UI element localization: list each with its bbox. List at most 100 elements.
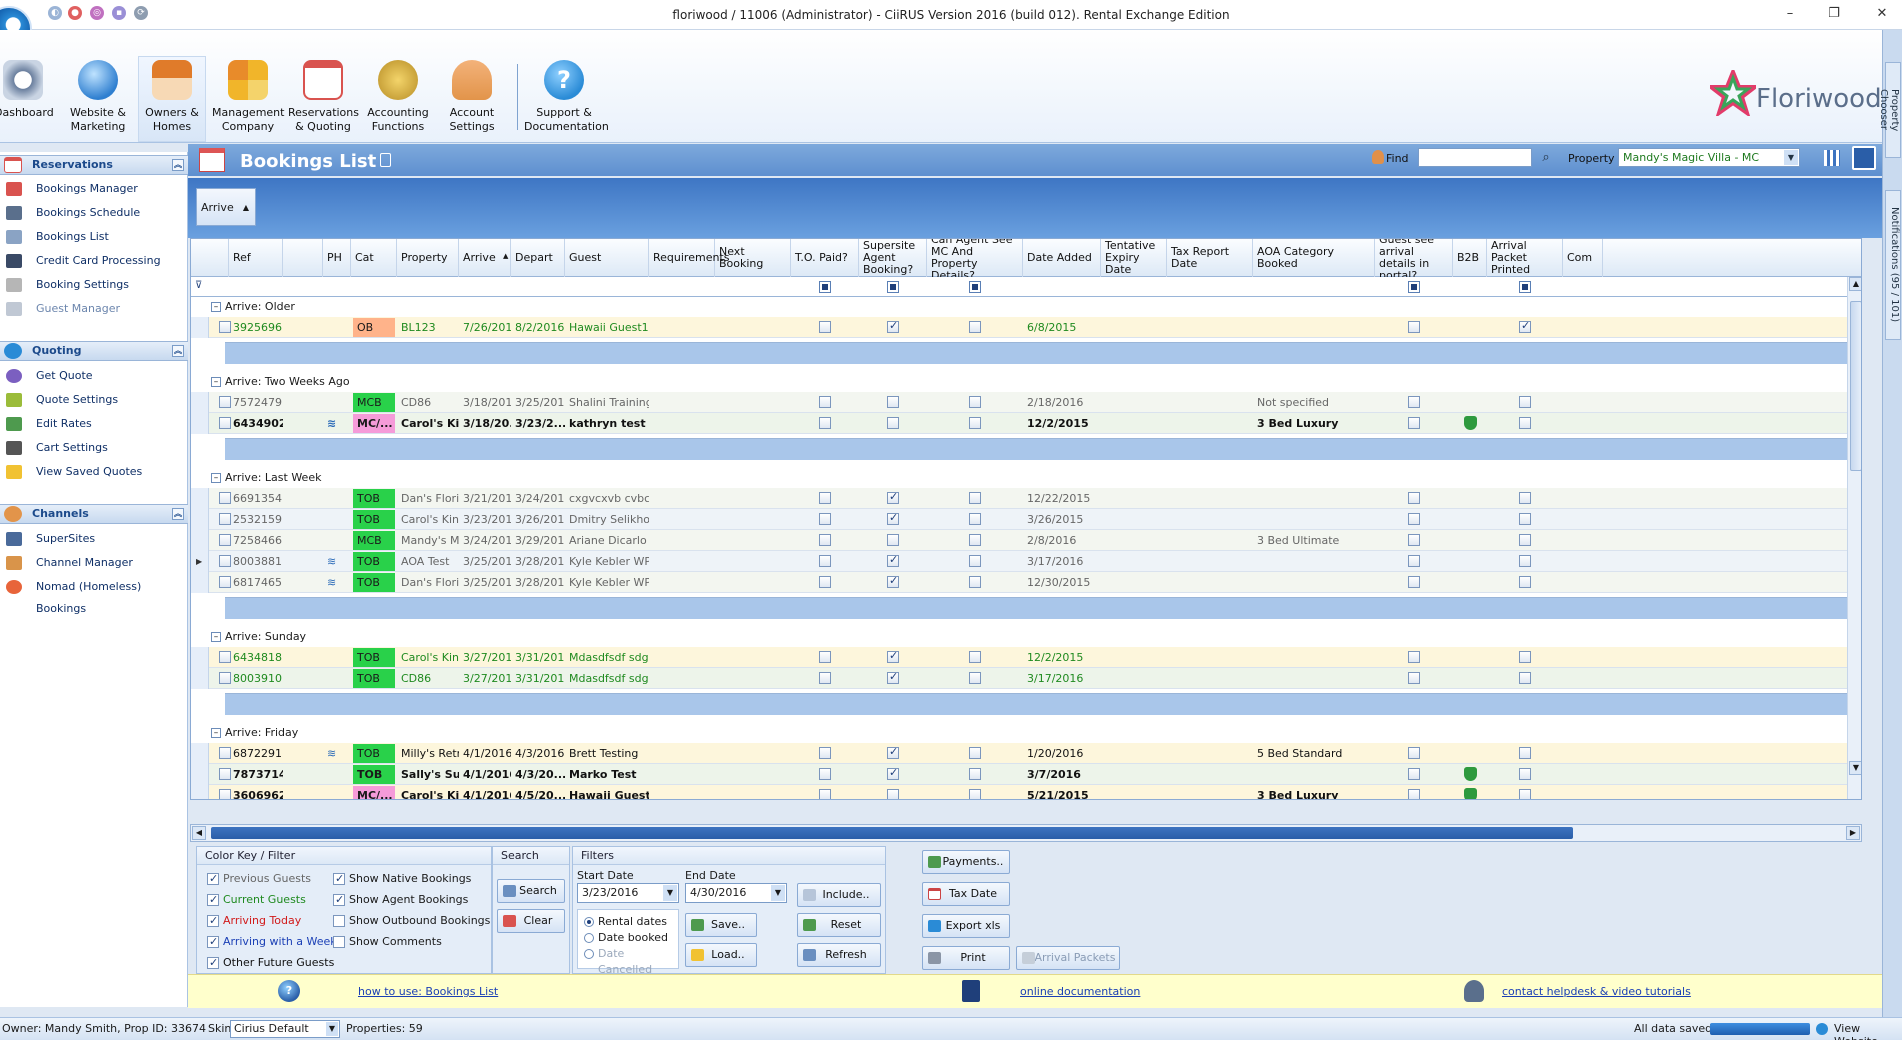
row-checkbox[interactable]	[969, 534, 981, 546]
row-checkbox[interactable]	[819, 321, 831, 333]
quick-access-icon[interactable]: ●	[68, 6, 82, 20]
quick-access-icon[interactable]: ◎	[90, 6, 104, 20]
filter-icon[interactable]: ⊽	[195, 280, 202, 291]
color-key-filter[interactable]: Other Future Guests	[207, 955, 334, 971]
print-button[interactable]: Print	[922, 946, 1010, 970]
ribbon-accounting-functions-button[interactable]: Accounting Functions	[364, 60, 432, 134]
close-button[interactable]: ✕	[1872, 6, 1892, 21]
column-header[interactable]: Cat	[351, 239, 397, 277]
row-checkbox[interactable]	[1519, 789, 1531, 799]
nav-item-bookings-schedule[interactable]: Bookings Schedule	[0, 202, 188, 224]
chevron-down-icon[interactable]: ▼	[663, 885, 677, 901]
color-key-filter[interactable]: Previous Guests	[207, 871, 311, 887]
minimize-button[interactable]: –	[1780, 6, 1800, 21]
table-row[interactable]: 3606962 MC/... Carol's King... 4/1/2016 4/5/…	[191, 785, 1861, 799]
quick-access-icon[interactable]: ◐	[48, 6, 62, 20]
clear-button[interactable]: Clear	[497, 909, 565, 933]
checkbox[interactable]	[333, 936, 345, 948]
scroll-down-icon[interactable]: ▼	[1849, 761, 1861, 775]
nav-item-cart-settings[interactable]: Cart Settings	[0, 437, 188, 459]
save-filter-button[interactable]: Save..	[685, 913, 757, 937]
table-row[interactable]: 7572479 MCB CD86 3/18/2016 3/25/2016 Shalini …	[191, 392, 1861, 413]
row-checkbox[interactable]	[1519, 513, 1531, 525]
row-checkbox[interactable]	[1519, 492, 1531, 504]
nav-item-bookings-manager[interactable]: Bookings Manager	[0, 178, 188, 200]
row-checkbox[interactable]	[819, 555, 831, 567]
ribbon-management-company-button[interactable]: Management Company	[212, 60, 284, 134]
refresh-button[interactable]: Refresh	[797, 943, 881, 967]
nav-item-channel-manager[interactable]: Channel Manager	[0, 552, 188, 574]
table-row[interactable]: 7258466 MCB Mandy's Magi... 3/24/2016 3/29/2…	[191, 530, 1861, 551]
row-checkbox[interactable]	[969, 513, 981, 525]
column-header[interactable]: Depart	[511, 239, 565, 277]
row-checkbox[interactable]	[819, 747, 831, 759]
row-checkbox[interactable]	[1519, 319, 1531, 333]
row-checkbox[interactable]	[819, 768, 831, 780]
column-header[interactable]: Property	[397, 239, 459, 277]
column-header[interactable]: PH	[323, 239, 351, 277]
checkbox[interactable]	[333, 892, 345, 908]
row-checkbox[interactable]	[819, 417, 831, 429]
row-checkbox[interactable]	[819, 534, 831, 546]
row-checkbox[interactable]	[887, 789, 899, 799]
row-checkbox[interactable]	[1408, 789, 1420, 799]
nav-item-edit-rates[interactable]: Edit Rates	[0, 413, 188, 435]
column-header[interactable]	[283, 239, 323, 277]
checkbox[interactable]	[333, 915, 345, 927]
row-checkbox[interactable]	[1408, 534, 1420, 546]
notifications-tab[interactable]: Notifications (95 / 101)	[1885, 190, 1901, 340]
ribbon-support-documentation-button[interactable]: ? Support & Documentation	[524, 60, 609, 134]
view-website-link[interactable]: View Website	[1834, 1022, 1902, 1040]
table-row[interactable]: 6691354 TOB Dan's Florida ... 3/21/2016 3/24…	[191, 488, 1861, 509]
show-filter[interactable]: Show Native Bookings	[333, 871, 471, 887]
row-checkbox[interactable]	[1519, 576, 1531, 588]
filter-checkbox[interactable]	[1519, 281, 1531, 293]
row-checkbox[interactable]	[969, 321, 981, 333]
scroll-right-icon[interactable]: ▶	[1846, 826, 1860, 840]
column-header[interactable]: Tentative Expiry Date	[1101, 239, 1167, 277]
nav-item-credit-card-processing[interactable]: Credit Card Processing	[0, 250, 188, 272]
ribbon-owners-homes-button[interactable]: Owners & Homes	[138, 56, 206, 142]
row-checkbox[interactable]	[1519, 768, 1531, 780]
radio-button[interactable]	[584, 917, 594, 927]
collapse-icon[interactable]: ︽	[172, 508, 184, 520]
column-header[interactable]: T.O. Paid?	[791, 239, 859, 277]
end-date-input[interactable]: 4/30/2016 ▼	[685, 883, 787, 903]
collapse-group-icon[interactable]: –	[211, 728, 221, 738]
row-checkbox[interactable]	[969, 396, 981, 408]
ribbon-account-settings-button[interactable]: Account Settings	[438, 60, 506, 134]
row-checkbox[interactable]	[1519, 396, 1531, 408]
row-checkbox[interactable]	[887, 766, 899, 780]
chevron-down-icon[interactable]: ▼	[326, 1022, 338, 1036]
color-key-filter[interactable]: Arriving with a Week	[207, 934, 337, 950]
collapse-group-icon[interactable]: –	[211, 632, 221, 642]
chevron-down-icon[interactable]: ▼	[1784, 150, 1798, 165]
nav-item-booking-settings[interactable]: Booking Settings	[0, 274, 188, 296]
table-row[interactable]: 6872291 ≋ TOB Milly's Retreat 4/1/2016 4/3/20…	[191, 743, 1861, 764]
arrival-packets-button[interactable]: Arrival Packets	[1016, 946, 1120, 970]
group-row[interactable]: – Arrive: Friday	[209, 723, 1849, 743]
row-checkbox[interactable]	[969, 789, 981, 799]
tax-date-button[interactable]: Tax Date	[922, 882, 1010, 906]
table-row[interactable]: 6817465 ≋ TOB Dan's Florida ... 3/25/2016 3/2…	[191, 572, 1861, 593]
row-checkbox[interactable]	[1519, 672, 1531, 684]
column-header[interactable]: Arrival Packet Printed	[1487, 239, 1563, 277]
nav-section-reservations[interactable]: Reservations ︽	[0, 155, 188, 175]
nav-section-quoting[interactable]: Quoting ︽	[0, 341, 188, 361]
scroll-thumb[interactable]	[1850, 301, 1861, 471]
collapse-group-icon[interactable]: –	[211, 377, 221, 387]
checkbox[interactable]	[207, 871, 219, 887]
nav-item-guest-manager[interactable]: Guest Manager	[0, 298, 188, 320]
ribbon-reservations-quoting-button[interactable]: Reservations & Quoting	[288, 60, 359, 134]
show-filter[interactable]: Show Outbound Bookings	[333, 913, 490, 929]
row-checkbox[interactable]	[887, 534, 899, 546]
group-row[interactable]: – Arrive: Sunday	[209, 627, 1849, 647]
row-checkbox[interactable]	[1519, 417, 1531, 429]
row-checkbox[interactable]	[819, 672, 831, 684]
radio-button[interactable]	[584, 949, 594, 959]
quick-access-icon[interactable]: ⟳	[134, 6, 148, 20]
row-checkbox[interactable]	[819, 396, 831, 408]
row-checkbox[interactable]	[1408, 576, 1420, 588]
group-row[interactable]: – Arrive: Older	[209, 297, 1849, 317]
maximize-button[interactable]: ❐	[1824, 6, 1844, 21]
